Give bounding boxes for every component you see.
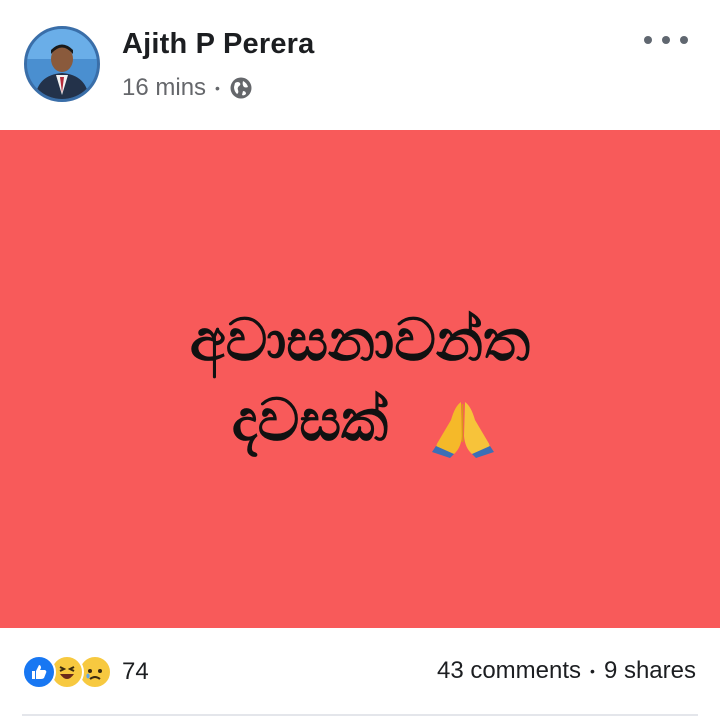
post-text-line-2: දවසක් bbox=[231, 386, 389, 454]
more-options-button[interactable] bbox=[644, 26, 688, 54]
like-icon bbox=[22, 655, 56, 689]
post-text: අවාසනාවන්ත දවසක් bbox=[0, 300, 720, 460]
author-avatar[interactable] bbox=[24, 26, 100, 102]
folded-hands-icon bbox=[432, 402, 494, 458]
footer-divider bbox=[22, 714, 698, 716]
post-timestamp[interactable]: 16 mins bbox=[122, 74, 206, 102]
more-horizontal-icon bbox=[644, 36, 652, 44]
shares-link[interactable]: 9 shares bbox=[604, 657, 696, 685]
post-meta: 16 mins • bbox=[122, 72, 253, 104]
author-name[interactable]: Ajith P Perera bbox=[122, 28, 314, 61]
comments-link[interactable]: 43 comments bbox=[437, 657, 581, 685]
meta-separator: • bbox=[215, 80, 220, 96]
more-horizontal-icon bbox=[680, 36, 688, 44]
post-header: Ajith P Perera 16 mins • bbox=[0, 0, 720, 130]
reaction-count: 74 bbox=[122, 658, 149, 685]
avatar-photo bbox=[27, 29, 97, 99]
stats-separator: • bbox=[590, 663, 595, 679]
reactions-summary[interactable]: 74 bbox=[22, 655, 149, 689]
globe-icon bbox=[230, 77, 252, 99]
post-text-line-1: අවාසනාවන්ත bbox=[189, 306, 531, 374]
engagement-stats: 43 comments • 9 shares bbox=[437, 657, 696, 685]
more-horizontal-icon bbox=[662, 36, 670, 44]
